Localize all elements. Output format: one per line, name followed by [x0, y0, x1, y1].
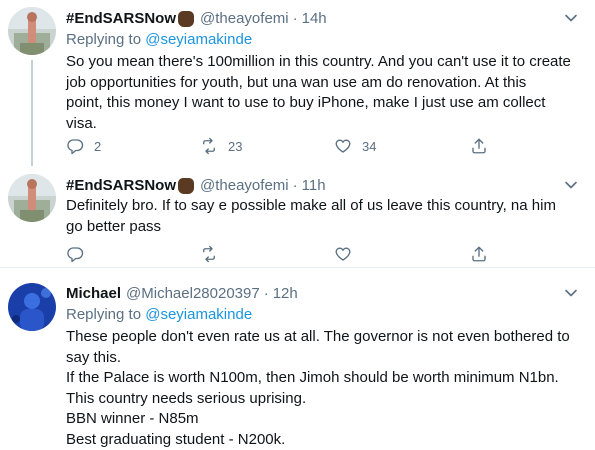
timestamp[interactable]: 12h [273, 285, 298, 302]
display-name[interactable]: #EndSARSNow [66, 177, 176, 194]
timestamp[interactable]: 11h [302, 177, 326, 194]
share-icon [472, 246, 486, 262]
like-button[interactable] [334, 244, 352, 264]
heart-icon [335, 139, 351, 153]
replying-to-line: Replying to @seyiamakinde [66, 31, 252, 48]
like-button[interactable]: 34 [334, 136, 376, 156]
reply-button[interactable]: 2 [66, 136, 101, 156]
retweet-count: 23 [228, 138, 243, 154]
tweet-text-line: point, this money I want to use to buy i… [66, 94, 546, 111]
tweet-header: #EndSARSNow @theayofemi · 11h [66, 175, 326, 195]
tweet-text: So you mean there's 100million in this c… [66, 52, 586, 134]
tweet-text-line: So you mean there's 100million in this c… [66, 53, 571, 70]
timestamp[interactable]: 14h [302, 10, 327, 27]
avatar[interactable] [8, 174, 56, 222]
separator-dot: · [263, 284, 269, 302]
reply-icon [67, 139, 84, 155]
thread-connector-line [31, 60, 33, 166]
avatar[interactable] [8, 7, 56, 55]
chevron-down-icon[interactable] [563, 10, 579, 26]
reply-count: 2 [94, 138, 102, 154]
tweet-actions: 2 23 34 [66, 136, 506, 156]
display-name[interactable]: Michael [66, 285, 121, 302]
share-icon [472, 138, 486, 154]
tweet-text-line: job opportunities for youth, but una wan… [66, 73, 527, 91]
raised-fist-dark-skin-icon [178, 178, 195, 194]
username-handle[interactable]: @theayofemi [200, 177, 289, 194]
tweet-header: #EndSARSNow @theayofemi · 14h [66, 8, 327, 28]
reply-icon [67, 247, 84, 263]
display-name[interactable]: #EndSARSNow [66, 10, 176, 27]
chevron-down-icon[interactable] [563, 285, 579, 301]
share-button[interactable] [470, 244, 488, 264]
tweet-text: These people don't even rate us at all. … [66, 327, 586, 450]
retweet-icon [203, 137, 215, 155]
tweet[interactable]: #EndSARSNow @theayofemi · 14h Replying t… [0, 0, 595, 166]
raised-fist-dark-skin-icon [178, 11, 195, 27]
tweet-text-line: Best graduating student - N200k. [66, 430, 286, 448]
separator-dot: · [292, 176, 298, 194]
replying-to-label: Replying to [66, 31, 142, 48]
tweet-text-line: These people don't even rate us at all. … [66, 328, 570, 345]
replying-to-label: Replying to [66, 306, 142, 323]
reply-button[interactable] [66, 244, 84, 264]
share-button[interactable] [470, 136, 488, 156]
retweet-button[interactable]: 23 [200, 136, 242, 156]
like-count: 34 [362, 138, 377, 154]
tweet-text-line: go better pass [66, 217, 162, 235]
tweet-text-line: say this. [66, 348, 122, 366]
mention-link[interactable]: @seyiamakinde [145, 31, 252, 48]
replying-to-line: Replying to @seyiamakinde [66, 306, 252, 323]
username-handle[interactable]: @theayofemi [200, 10, 289, 27]
tweet-text-line: visa. [66, 114, 97, 132]
tweet-text: Definitely bro. If to say e possible mak… [66, 196, 586, 237]
tweet-text-line: If the Palace is worth N100m, then Jimoh… [66, 369, 559, 386]
tweet-text-line: BBN winner - N85m [66, 410, 199, 427]
heart-icon [335, 247, 351, 261]
tweet-header: Michael @Michael28020397 · 12h [66, 283, 298, 303]
avatar[interactable] [8, 283, 56, 331]
chevron-down-icon[interactable] [563, 177, 579, 193]
mention-link[interactable]: @seyiamakinde [145, 306, 252, 323]
tweet[interactable]: #EndSARSNow @theayofemi · 11h Definitely… [0, 166, 595, 267]
retweet-icon [203, 245, 215, 263]
tweet-text-line: Definitely bro. If to say e possible mak… [66, 197, 556, 214]
tweet-text-line: This country needs serious uprising. [66, 389, 307, 407]
tweet[interactable]: Michael @Michael28020397 · 12h Replying … [0, 267, 595, 450]
retweet-button[interactable] [200, 244, 218, 264]
username-handle[interactable]: @Michael28020397 [126, 285, 260, 302]
separator-dot: · [292, 9, 298, 27]
tweet-actions [66, 244, 506, 264]
